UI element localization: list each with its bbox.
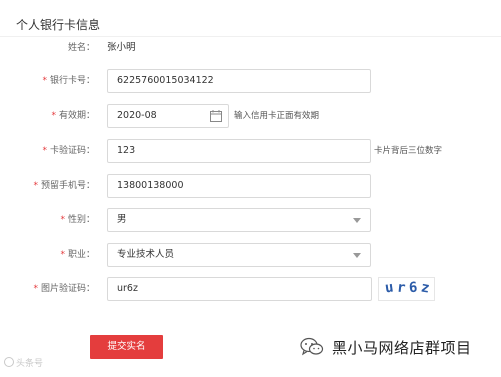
name-value: 张小明 <box>107 42 136 53</box>
wechat-icon <box>300 337 324 356</box>
occupation-value: 专业技术人员 <box>117 249 175 260</box>
submit-button[interactable]: 提交实名 <box>90 335 163 359</box>
caret-down-icon <box>353 218 361 223</box>
brand-text: 黑小马网络店群项目 <box>332 338 472 357</box>
card-number-input[interactable]: 6225760015034122 <box>107 69 371 93</box>
gender-row: * 性别： 男 <box>0 208 501 232</box>
phone-label: * 预留手机号： <box>33 181 95 191</box>
expiry-input[interactable]: 2020-08 <box>107 104 229 128</box>
occupation-label: * 职业： <box>60 250 95 260</box>
occupation-row: * 职业： 专业技术人员 <box>0 243 501 267</box>
phone-row: * 预留手机号： 13800138000 <box>0 174 501 198</box>
gender-select[interactable]: 男 <box>107 208 371 232</box>
card-number-row: * 银行卡号： 6225760015034122 <box>0 69 501 93</box>
gender-value: 男 <box>117 214 127 225</box>
watermark-left: 头条号 <box>4 356 43 369</box>
captcha-label: * 图片验证码： <box>33 284 95 294</box>
captcha-char: u <box>383 279 395 297</box>
cvv-input[interactable]: 123 <box>107 139 371 163</box>
captcha-char: r <box>396 279 407 297</box>
card-number-label: * 银行卡号： <box>42 76 95 86</box>
expiry-label: * 有效期： <box>51 111 95 121</box>
cvv-label: * 卡验证码： <box>42 146 95 156</box>
captcha-char: 6 <box>408 279 418 297</box>
captcha-image[interactable]: u r 6 z <box>378 277 435 301</box>
captcha-input[interactable]: ur6z <box>107 277 372 301</box>
name-label: 姓名： <box>67 43 95 53</box>
expiry-hint: 输入信用卡正面有效期 <box>234 111 320 121</box>
wechat-brand: 黑小马网络店群项目 <box>300 335 472 359</box>
captcha-char: z <box>419 279 431 297</box>
expiry-row: * 有效期： 2020-08 输入信用卡正面有效期 <box>0 104 501 128</box>
cvv-row: * 卡验证码： 123 卡片背后三位数字 <box>0 139 501 163</box>
gender-label: * 性别： <box>60 215 95 225</box>
cvv-hint: 卡片背后三位数字 <box>374 146 443 156</box>
calendar-icon[interactable] <box>210 110 222 122</box>
name-row: 姓名： 张小明 <box>0 36 501 60</box>
phone-input[interactable]: 13800138000 <box>107 174 371 198</box>
expiry-value: 2020-08 <box>117 110 157 121</box>
caret-down-icon <box>353 253 361 258</box>
occupation-select[interactable]: 专业技术人员 <box>107 243 371 267</box>
section-title: 个人银行卡信息 <box>16 18 101 32</box>
toutiao-icon <box>4 357 14 367</box>
